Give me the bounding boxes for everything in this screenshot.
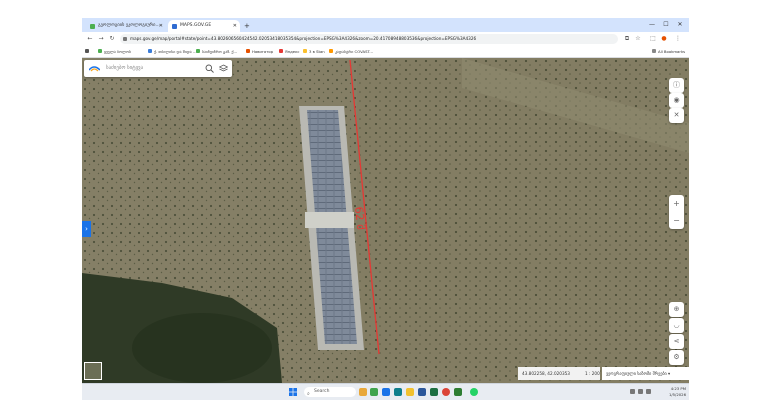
greenhouse-center-block [305, 212, 354, 228]
map-search-box[interactable]: საძიებო სიტყვა [84, 60, 232, 77]
search-icon: ⌕ [307, 391, 310, 397]
address-text: maps.gov.ge/map/portal#state/point=43.80… [130, 36, 477, 41]
layer-selector[interactable]: ვეოგრაფიული საზომი შრეები ▾ [602, 367, 689, 380]
bookmark-label: საინჟინრო გამ. ქ... [202, 49, 238, 54]
back-button[interactable]: ← [85, 32, 95, 46]
tab-label: გეოლოგიის ეკოლოგიური... [98, 23, 160, 28]
locate-icon[interactable]: ⊕ [669, 302, 684, 317]
all-bookmarks-label: All Bookmarks [658, 49, 686, 54]
wifi-icon[interactable] [638, 389, 643, 394]
avatar-icon[interactable]: ● [659, 34, 669, 44]
search-input[interactable]: საძიებო სიტყვა [106, 60, 143, 77]
bookmark-item[interactable]: 3 в Stan [303, 46, 325, 57]
bookmark-item[interactable]: ქ. თბილისი და შიდა ... [148, 46, 197, 57]
tab-strip: გეოლოგიის ეკოლოგიური... ✕ MAPS.GOV.GE ✕ … [82, 18, 689, 32]
bookmarks-bar: ყველა ბოლოს ქ. თბილისი და შიდა ... საინჟ… [82, 46, 689, 58]
widgets-icon[interactable] [359, 388, 367, 396]
map-viewport[interactable]: 62 მ საძიებო სიტყვა › ⓘ ◉ ✕ + − ⊕ ◡ ⋖ ⚙ … [82, 58, 689, 383]
tab-label: MAPS.GOV.GE [180, 23, 212, 28]
bookmark-label: კადასტრი COVAST... [335, 49, 373, 54]
bookmark-favicon [246, 49, 250, 53]
windows-start-icon[interactable] [289, 388, 297, 396]
tab-maps-gov[interactable]: MAPS.GOV.GE ✕ [168, 20, 240, 32]
zoom-controls: + − [669, 195, 684, 229]
site-info-icon[interactable] [123, 37, 127, 41]
volume-icon[interactable] [646, 389, 651, 394]
satellite-imagery [82, 58, 689, 383]
search-icon[interactable] [205, 64, 214, 73]
app-icon[interactable] [454, 388, 462, 396]
bookmark-label: ყველა ბოლოს [104, 49, 131, 54]
extensions-icon[interactable]: ⬚ [648, 34, 658, 44]
minimize-button[interactable]: — [645, 18, 659, 32]
close-tab-icon[interactable]: ✕ [233, 20, 237, 32]
forward-button[interactable]: → [96, 32, 106, 46]
file-explorer-icon[interactable] [406, 388, 414, 396]
bookmark-favicon [303, 49, 307, 53]
napr-logo-icon [89, 66, 100, 72]
chrome-icon[interactable] [442, 388, 450, 396]
close-tab-icon[interactable]: ✕ [159, 20, 163, 32]
cast-icon[interactable]: ⧉ [622, 34, 632, 44]
clock[interactable]: 4:23 PM 1/5/2026 [666, 386, 686, 398]
maximize-button[interactable]: ☐ [659, 18, 673, 32]
bookmark-star-icon[interactable]: ☆ [633, 34, 643, 44]
bookmark-label: 3 в Stan [309, 49, 325, 54]
tree-canopy [132, 313, 272, 383]
coordinate-readout: 43.802258, 42.020353 1 : 200 [518, 367, 600, 380]
info-icon[interactable]: ⓘ [669, 78, 684, 93]
new-tab-button[interactable]: + [244, 20, 250, 32]
bookmark-favicon [279, 49, 283, 53]
word-icon[interactable] [418, 388, 426, 396]
taskbar-search-label: Search [314, 389, 330, 394]
measure-icon[interactable]: ◡ [669, 318, 684, 333]
tab-favicon [172, 24, 177, 29]
excel-icon[interactable] [430, 388, 438, 396]
share-icon[interactable]: ⋖ [669, 334, 684, 349]
bookmark-item[interactable]: საინჟინრო გამ. ქ... [196, 46, 237, 57]
basemap-switcher[interactable] [84, 362, 102, 380]
settings-icon[interactable]: ⚙ [669, 350, 684, 365]
menu-icon[interactable]: ⋮ [673, 34, 683, 44]
layers-toggle-icon[interactable]: ◉ [669, 93, 684, 108]
taskbar: ⌕ Search 4:23 PM 1/5/2026 [82, 383, 689, 400]
close-window-button[interactable]: ✕ [673, 18, 687, 32]
address-row: ← → ↻ maps.gov.ge/map/portal#state/point… [82, 32, 689, 46]
taskbar-search[interactable]: ⌕ Search [304, 387, 356, 397]
bookmark-item[interactable]: Навигатор [246, 46, 273, 57]
zoom-out-button[interactable]: − [669, 212, 684, 229]
measurement-label: 62 მ [352, 206, 368, 231]
tab-geology[interactable]: გეოლოგიის ეკოლოგიური... ✕ [86, 20, 166, 32]
clock-date: 1/5/2026 [668, 392, 686, 397]
browser-window: გეოლოგიის ეკოლოგიური... ✕ MAPS.GOV.GE ✕ … [82, 18, 689, 400]
coordinates-text: 43.802258, 42.020353 [522, 371, 570, 376]
zoom-in-button[interactable]: + [669, 195, 684, 212]
folder-icon [652, 49, 656, 53]
bookmark-label: ქ. თბილისი და შიდა ... [154, 49, 197, 54]
bookmark-item[interactable]: Яндекс [279, 46, 299, 57]
bookmark-favicon [98, 49, 102, 53]
apps-icon[interactable] [85, 46, 91, 57]
expand-sidebar-button[interactable]: › [82, 221, 91, 237]
field-right [357, 58, 689, 383]
address-bar[interactable]: maps.gov.ge/map/portal#state/point=43.80… [120, 34, 618, 44]
bookmark-item[interactable]: ყველა ბოლოს [98, 46, 131, 57]
reload-button[interactable]: ↻ [107, 32, 117, 46]
bookmark-favicon [148, 49, 152, 53]
whatsapp-icon[interactable] [470, 388, 478, 396]
tray-icon[interactable] [630, 389, 635, 394]
bookmark-label: Яндекс [285, 49, 300, 54]
bookmark-favicon [196, 49, 200, 53]
all-bookmarks[interactable]: All Bookmarks [652, 46, 685, 57]
app-icon[interactable] [394, 388, 402, 396]
tab-favicon [90, 24, 95, 29]
bookmark-favicon [329, 49, 333, 53]
tools-icon[interactable]: ✕ [669, 108, 684, 123]
bookmark-label: Навигатор [252, 49, 274, 54]
app-icon[interactable] [370, 388, 378, 396]
layers-icon[interactable] [219, 64, 228, 73]
edge-icon[interactable] [382, 388, 390, 396]
scale-text: 1 : 200 [585, 371, 600, 376]
bookmark-item[interactable]: კადასტრი COVAST... [329, 46, 373, 57]
